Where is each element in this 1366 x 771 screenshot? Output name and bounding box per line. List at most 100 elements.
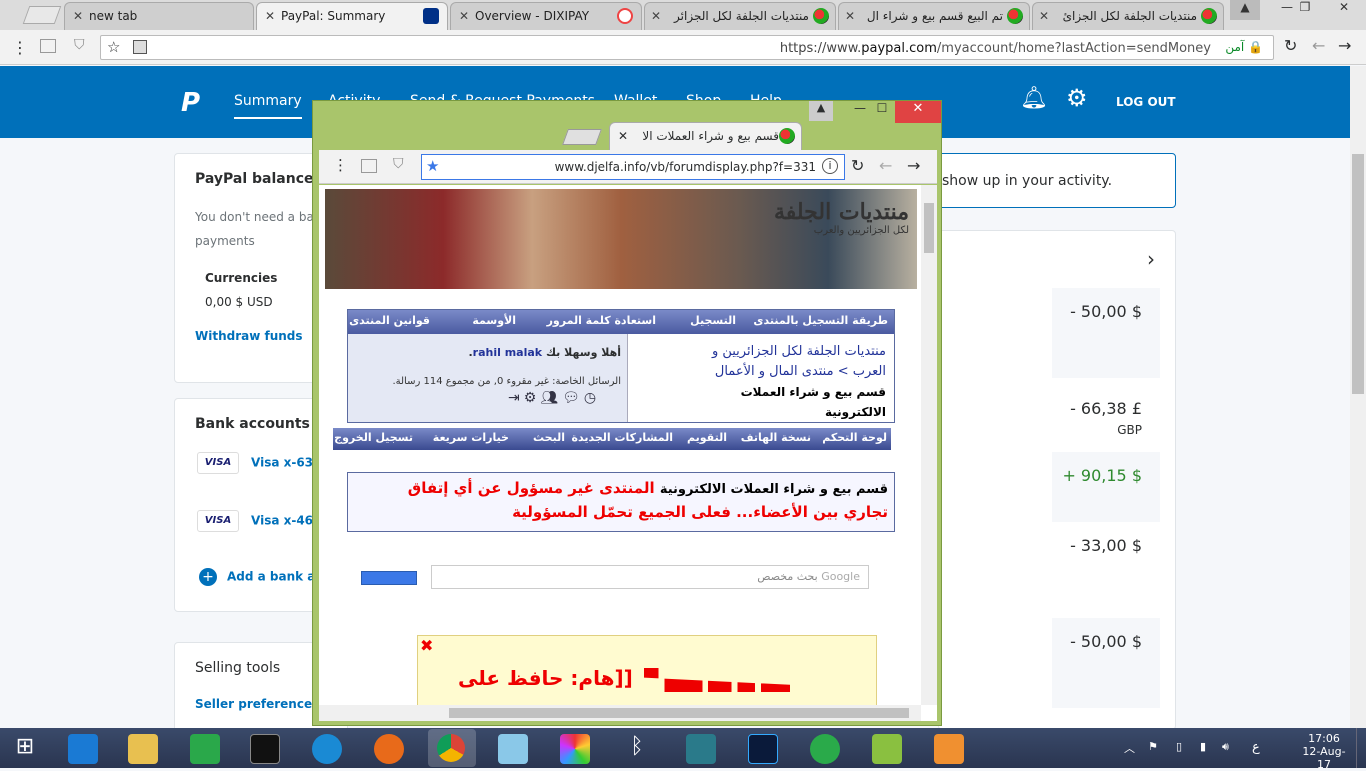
info-icon[interactable]: i — [822, 158, 838, 174]
history-icon[interactable]: ◷ — [584, 390, 600, 406]
link-search[interactable]: البحث — [533, 431, 565, 444]
wifi-icon[interactable] — [810, 734, 840, 764]
link-quick-options[interactable]: خيارات سريعة — [433, 431, 509, 444]
logout-icon[interactable]: ⇥ — [508, 390, 524, 406]
link-medals[interactable]: الأوسمة — [472, 314, 516, 327]
bookmark-star-icon[interactable]: ★ — [426, 157, 439, 175]
battery-icon[interactable]: ▯ — [1176, 740, 1182, 753]
withdraw-funds-link[interactable]: Withdraw funds — [195, 329, 303, 343]
nav-summary[interactable]: Summary — [234, 93, 302, 119]
forward-icon[interactable]: → — [1338, 36, 1351, 55]
close-icon[interactable]: ✕ — [618, 129, 628, 143]
reload-icon[interactable]: ↻ — [1284, 36, 1297, 55]
transaction-row[interactable]: - 50,00 $ — [1052, 288, 1160, 378]
chrome-taskbar-item[interactable] — [428, 729, 476, 767]
address-bar[interactable]: ☆ https://www.paypal.com/myaccount/home?… — [100, 35, 1274, 60]
tray-chevron-icon[interactable]: ︿ — [1124, 740, 1135, 756]
custom-search-input[interactable]: Google بحث مخصص — [431, 565, 869, 589]
close-icon[interactable]: ✕ — [73, 9, 83, 23]
app-icon[interactable] — [560, 734, 590, 764]
firefox-icon[interactable] — [374, 734, 404, 764]
forward-icon[interactable]: → — [907, 156, 920, 175]
app-icon[interactable] — [686, 734, 716, 764]
close-icon[interactable]: ✕ — [651, 9, 661, 23]
chat-icon[interactable]: 💬︎ — [562, 390, 584, 406]
shield-icon[interactable]: ⛉ — [393, 156, 404, 172]
close-icon[interactable]: ✕ — [459, 9, 469, 23]
popup-address-bar[interactable]: ★ www.djelfa.info/vb/forumdisplay.php?f=… — [421, 154, 845, 180]
screenshot-icon[interactable] — [361, 159, 377, 173]
add-bank-link[interactable]: + Add a bank a — [199, 568, 315, 586]
volume-icon[interactable]: 🔊︎ — [1222, 740, 1229, 754]
profile-icon[interactable]: ▲ — [1230, 0, 1260, 20]
cast-icon[interactable] — [133, 40, 147, 54]
store-icon[interactable] — [190, 734, 220, 764]
link-new-posts[interactable]: المشاركات الجديدة — [571, 431, 673, 444]
popup-tab[interactable]: قسم بيع و شراء العملات الا ✕ — [609, 122, 802, 150]
tab-djelfa-2[interactable]: تم البيع قسم بيع و شراء ال ✕ — [838, 2, 1030, 30]
language-indicator[interactable]: ع — [1252, 740, 1260, 755]
bookmark-star-icon[interactable]: ☆ — [107, 38, 120, 56]
username-link[interactable]: rahil malak — [473, 346, 542, 359]
bank-card-row[interactable]: VISA Visa x-63 — [197, 452, 313, 474]
clock[interactable]: 17:06 12-Aug-17 — [1296, 732, 1352, 771]
popup-horizontal-scrollbar[interactable] — [319, 705, 921, 721]
restore-icon[interactable]: ❐ — [1290, 0, 1320, 20]
bank-card-row[interactable]: VISA Visa x-46 — [197, 510, 313, 532]
paypal-logo[interactable]: P — [181, 88, 207, 118]
chevron-right-icon[interactable]: › — [1147, 247, 1155, 271]
settings-gear-icon[interactable]: ⚙ — [1066, 84, 1088, 112]
menu-icon[interactable]: ⋮ — [333, 156, 348, 174]
window-close-icon[interactable]: ✕ — [895, 101, 941, 123]
new-tab-button[interactable] — [22, 6, 62, 24]
close-icon[interactable]: ✕ — [845, 9, 855, 23]
window-close-icon[interactable]: ✕ — [1322, 0, 1366, 20]
pm-status[interactable]: الرسائل الخاصة: غير مقروء 0, من مجموع 11… — [392, 376, 621, 387]
link-password-recovery[interactable]: استعادة كلمة المرور — [547, 314, 656, 327]
tab-dixipay[interactable]: ✕ Overview - DIXIPAY — [450, 2, 642, 30]
logout-link[interactable]: LOG OUT — [1116, 95, 1176, 109]
scrollbar-thumb[interactable] — [1352, 154, 1364, 394]
popup-scrollbar[interactable] — [921, 185, 937, 705]
link-forum-rules[interactable]: قوانين المنتدى — [349, 314, 430, 327]
search-button[interactable] — [361, 571, 417, 585]
tab-new-tab[interactable]: ✕ new tab — [64, 2, 254, 30]
link-logout[interactable]: تسجيل الخروج — [334, 431, 413, 444]
link-calendar[interactable]: التقويم — [687, 431, 727, 444]
reload-icon[interactable]: ↻ — [851, 156, 864, 175]
link-mobile-version[interactable]: نسخة الهاتف — [741, 431, 811, 444]
transaction-row[interactable]: - 50,00 $ — [1052, 618, 1160, 708]
notification-bell-icon[interactable]: 🔔︎ — [1020, 86, 1048, 111]
app-icon[interactable] — [498, 734, 528, 764]
tab-djelfa-3[interactable]: منتديات الجلفة لكل الجزائ ✕ — [1032, 2, 1224, 30]
add-friend-icon[interactable]: 👥︎ — [540, 390, 562, 406]
menu-icon[interactable]: ⋮ — [12, 38, 28, 57]
new-tab-button[interactable] — [562, 129, 602, 145]
network-icon[interactable]: ▮ — [1200, 740, 1206, 753]
shield-icon[interactable]: ⛉ — [74, 37, 85, 53]
scrollbar-thumb[interactable] — [924, 203, 934, 253]
flag-icon[interactable]: ⚑ — [1148, 740, 1158, 753]
photoshop-icon[interactable] — [748, 734, 778, 764]
back-icon[interactable]: ← — [1312, 36, 1325, 55]
scrollbar-thumb[interactable] — [449, 708, 909, 718]
close-icon[interactable]: ✕ — [1039, 9, 1049, 23]
tab-paypal-summary[interactable]: ✕ PayPal: Summary — [256, 2, 448, 30]
settings-gear-icon[interactable]: ⚙ — [524, 390, 541, 406]
close-icon[interactable]: ✕ — [265, 9, 275, 23]
maximize-icon[interactable]: ☐ — [869, 101, 895, 121]
back-icon[interactable]: ← — [879, 156, 892, 175]
link-registration-method[interactable]: طريقة التسجيل بالمنتدى — [753, 314, 888, 327]
link-control-panel[interactable]: لوحة التحكم — [822, 431, 887, 444]
transaction-row[interactable]: - 33,00 $ — [1052, 522, 1160, 612]
close-icon[interactable]: ✖ — [420, 636, 433, 655]
app-icon[interactable] — [312, 734, 342, 764]
seller-preferences-link[interactable]: Seller preferences — [195, 697, 319, 711]
link-register[interactable]: التسجيل — [690, 314, 736, 327]
internet-explorer-icon[interactable] — [68, 734, 98, 764]
tab-djelfa-1[interactable]: منتديات الجلفة لكل الجزائر ✕ — [644, 2, 836, 30]
show-desktop-button[interactable] — [1356, 728, 1366, 768]
forum-banner[interactable]: منتديات الجلفة لكل الجزائريين والعرب — [325, 189, 917, 289]
android-studio-icon[interactable] — [872, 734, 902, 764]
fl-studio-icon[interactable] — [934, 734, 964, 764]
